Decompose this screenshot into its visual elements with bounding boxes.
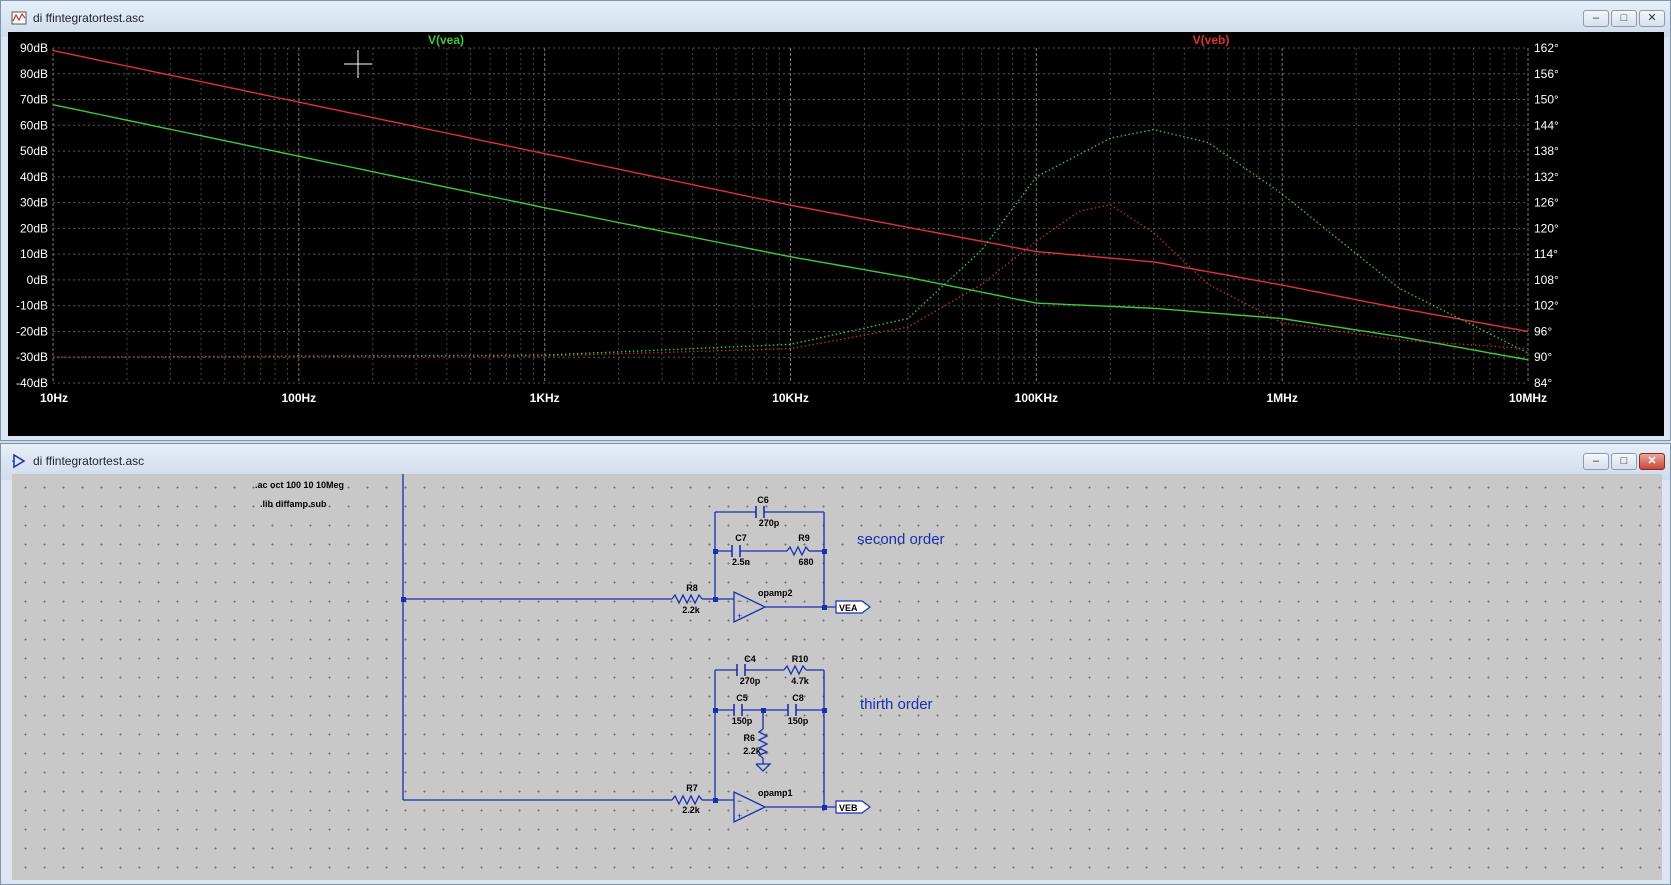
minimize-button[interactable]: – [1583, 453, 1609, 470]
r9-value[interactable]: 680 [798, 557, 813, 567]
ground-icon [755, 763, 772, 772]
y2-tick-label: 132° [1534, 170, 1559, 184]
restore-button[interactable]: □ [1611, 453, 1637, 470]
trace-vvea-magnitude[interactable] [52, 104, 1529, 361]
c8-name[interactable]: C8 [792, 693, 804, 703]
waveform-viewer-icon [11, 11, 27, 25]
schematic-window: di ffintegratortest.asc – □ ✕ .ac oct 10… [0, 443, 1671, 885]
y2-tick-label: 156° [1534, 67, 1559, 81]
net-label-vea[interactable]: VEA [835, 600, 871, 614]
bode-plot[interactable]: 90dB 80dB 70dB 60dB 50dB 40dB 30dB 20dB 10dB 0dB -… [8, 32, 1664, 436]
annotation-third-order[interactable]: thirth order [860, 696, 933, 713]
y-tick-label: 30dB [20, 196, 48, 210]
c4-name[interactable]: C4 [744, 654, 756, 664]
y-tick-label: -30dB [16, 350, 48, 364]
c6-value[interactable]: 270p [759, 518, 780, 528]
y2-tick-label: 150° [1534, 93, 1559, 107]
legend-veb[interactable]: V(veb) [1193, 33, 1230, 47]
plot-pane[interactable]: 90dB 80dB 70dB 60dB 50dB 40dB 30dB 20dB 10dB 0dB -… [8, 32, 1664, 436]
r9-name[interactable]: R9 [798, 533, 810, 543]
svg-text:+: + [737, 611, 742, 621]
y2-tick-label: 138° [1534, 144, 1559, 158]
net-label-veb[interactable]: VEB [835, 800, 871, 814]
y2-tick-label: 96° [1534, 324, 1552, 338]
ac-directive[interactable]: .ac oct 100 10 10Meg [255, 480, 344, 490]
y2-tick-label: 144° [1534, 118, 1559, 132]
r7-value[interactable]: 2.2k [682, 805, 701, 815]
close-button[interactable]: ✕ [1639, 453, 1665, 470]
r7-name[interactable]: R7 [686, 783, 698, 793]
schematic-editor-icon [12, 453, 26, 469]
y-tick-label: 80dB [20, 67, 48, 81]
y2-tick-label: 162° [1534, 41, 1559, 55]
waveform-window-title: di ffintegratortest.asc [33, 11, 145, 25]
y-tick-label: -20dB [16, 324, 48, 338]
y-tick-label: 40dB [20, 170, 48, 184]
y2-tick-label: 120° [1534, 221, 1559, 235]
minimize-button[interactable]: – [1583, 10, 1609, 27]
y2-tick-label: 114° [1534, 247, 1558, 261]
lib-directive[interactable]: .lib diffamp.sub [260, 499, 327, 509]
opamp2-name[interactable]: opamp2 [758, 588, 793, 598]
r8-name[interactable]: R8 [686, 583, 698, 593]
y-tick-label: 0dB [27, 273, 48, 287]
y2-tick-label: 90° [1534, 350, 1552, 364]
y2-tick-label: 108° [1534, 273, 1559, 287]
c5-value[interactable]: 150p [732, 716, 753, 726]
x-tick-label: 1MHz [1266, 391, 1297, 405]
restore-button[interactable]: □ [1611, 10, 1637, 27]
c6-name[interactable]: C6 [757, 495, 769, 505]
y-tick-label: 70dB [20, 93, 48, 107]
x-tick-label: 100KHz [1015, 391, 1058, 405]
svg-text:VEA: VEA [839, 603, 858, 613]
r10-value[interactable]: 4.7k [791, 676, 810, 686]
svg-text:−: − [737, 796, 742, 806]
y-tick-label: -10dB [16, 299, 48, 313]
r10-name[interactable]: R10 [792, 654, 809, 664]
y-tick-label: 10dB [20, 247, 48, 261]
annotation-second-order[interactable]: second order [857, 531, 945, 548]
c7-name[interactable]: C7 [735, 533, 747, 543]
y2-tick-label: 84° [1534, 376, 1552, 390]
c8-value[interactable]: 150p [788, 716, 809, 726]
x-tick-label: 100Hz [281, 391, 316, 405]
y-tick-label: 90dB [20, 41, 48, 55]
y-tick-label: -40dB [16, 376, 48, 390]
x-tick-label: 10Hz [40, 391, 68, 405]
x-tick-label: 10MHz [1509, 391, 1547, 405]
legend-vea[interactable]: V(vea) [428, 33, 464, 47]
y-tick-label: 60dB [20, 118, 48, 132]
r6-value[interactable]: 2.2k [743, 746, 762, 756]
x-tick-label: 10KHz [772, 391, 809, 405]
r6-name[interactable]: R6 [743, 733, 755, 743]
opamp1-name[interactable]: opamp1 [758, 788, 793, 798]
x-tick-label: 1KHz [530, 391, 560, 405]
schematic-canvas[interactable]: .ac oct 100 10 10Meg .lib diffamp.sub se… [12, 474, 1662, 880]
waveform-window: di ffintegratortest.asc – □ ✕ 90dB 80dB 70… [0, 0, 1671, 441]
y2-tick-label: 126° [1534, 196, 1559, 210]
c4-value[interactable]: 270p [740, 676, 761, 686]
y2-tick-label: 102° [1534, 299, 1559, 313]
svg-text:−: − [737, 596, 742, 606]
y-tick-label: 20dB [20, 221, 48, 235]
r8-value[interactable]: 2.2k [682, 605, 701, 615]
close-button[interactable]: ✕ [1639, 10, 1665, 27]
c7-value[interactable]: 2.5n [732, 557, 750, 567]
svg-text:+: + [737, 811, 742, 821]
svg-text:VEB: VEB [839, 803, 858, 813]
y-tick-label: 50dB [20, 144, 48, 158]
c5-name[interactable]: C5 [736, 693, 748, 703]
schematic-window-title: di ffintegratortest.asc [33, 454, 145, 468]
